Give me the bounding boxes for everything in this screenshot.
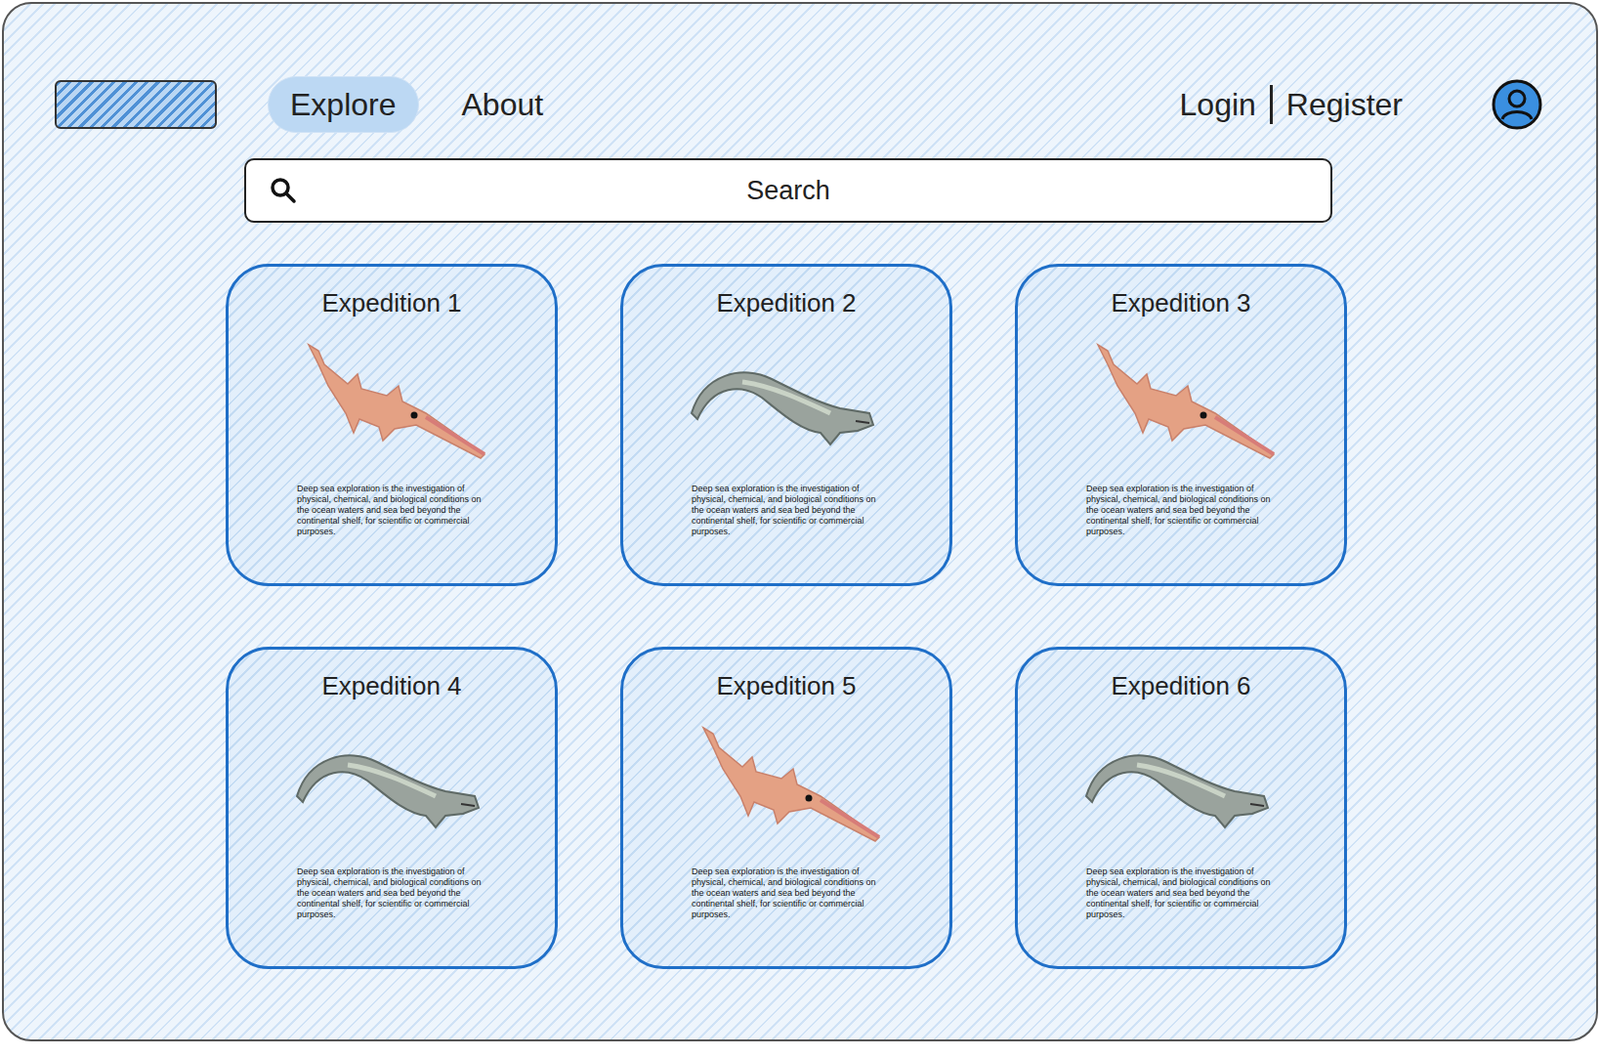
search-input[interactable] [298,170,1309,211]
expedition-card[interactable]: Expedition 2 Deep sea exploration is the … [620,263,953,587]
frilled-shark-icon [1078,717,1284,845]
page-frame: ExploreAbout LoginRegister Expedition [1,1,1599,1042]
card-description: Deep sea exploration is the investigatio… [296,866,489,921]
top-bar: Explore About Login Register [3,3,1597,133]
separator [1269,84,1273,125]
card-description: Deep sea exploration is the investigatio… [691,866,884,921]
expedition-card[interactable]: Expedition 4 Deep sea exploration is the … [225,646,558,969]
card-description: Deep sea exploration is the investigatio… [1086,866,1278,921]
card-title: Expedition 3 [1110,286,1251,320]
logo[interactable] [54,80,217,129]
register-link[interactable]: Register [1286,81,1403,128]
card-title: Expedition 2 [715,286,856,320]
expedition-card[interactable]: Expedition 5 Deep sea exploration is the … [620,646,953,969]
user-avatar-icon[interactable] [1490,78,1544,131]
nav-tab[interactable]: Explore [267,76,420,133]
expedition-card[interactable]: Expedition 3 Deep sea exploration is the … [1014,263,1348,587]
search-icon [267,174,299,207]
expedition-grid: Expedition 1 Deep sea exploration is the … [225,263,1597,969]
expedition-card[interactable]: Expedition 1 Deep sea exploration is the … [225,263,558,587]
sawshark-icon [1078,335,1284,463]
frilled-shark-icon [289,717,495,845]
search-bar [244,158,1333,223]
sawshark-icon [289,335,495,463]
login-link[interactable]: Login [1179,81,1257,128]
sawshark-icon [683,717,889,845]
nav-tabs: Explore About [267,76,548,133]
card-title: Expedition 6 [1110,669,1251,703]
auth-links: Login Register [1179,81,1403,128]
card-title: Expedition 4 [321,669,462,703]
card-description: Deep sea exploration is the investigatio… [1086,483,1278,538]
frilled-shark-icon [683,335,889,463]
card-title: Expedition 1 [321,286,462,320]
card-title: Expedition 5 [715,669,856,703]
card-description: Deep sea exploration is the investigatio… [296,483,489,538]
nav-tab[interactable]: About [458,77,548,132]
expedition-card[interactable]: Expedition 6 Deep sea exploration is the … [1014,646,1348,969]
card-description: Deep sea exploration is the investigatio… [691,483,884,538]
